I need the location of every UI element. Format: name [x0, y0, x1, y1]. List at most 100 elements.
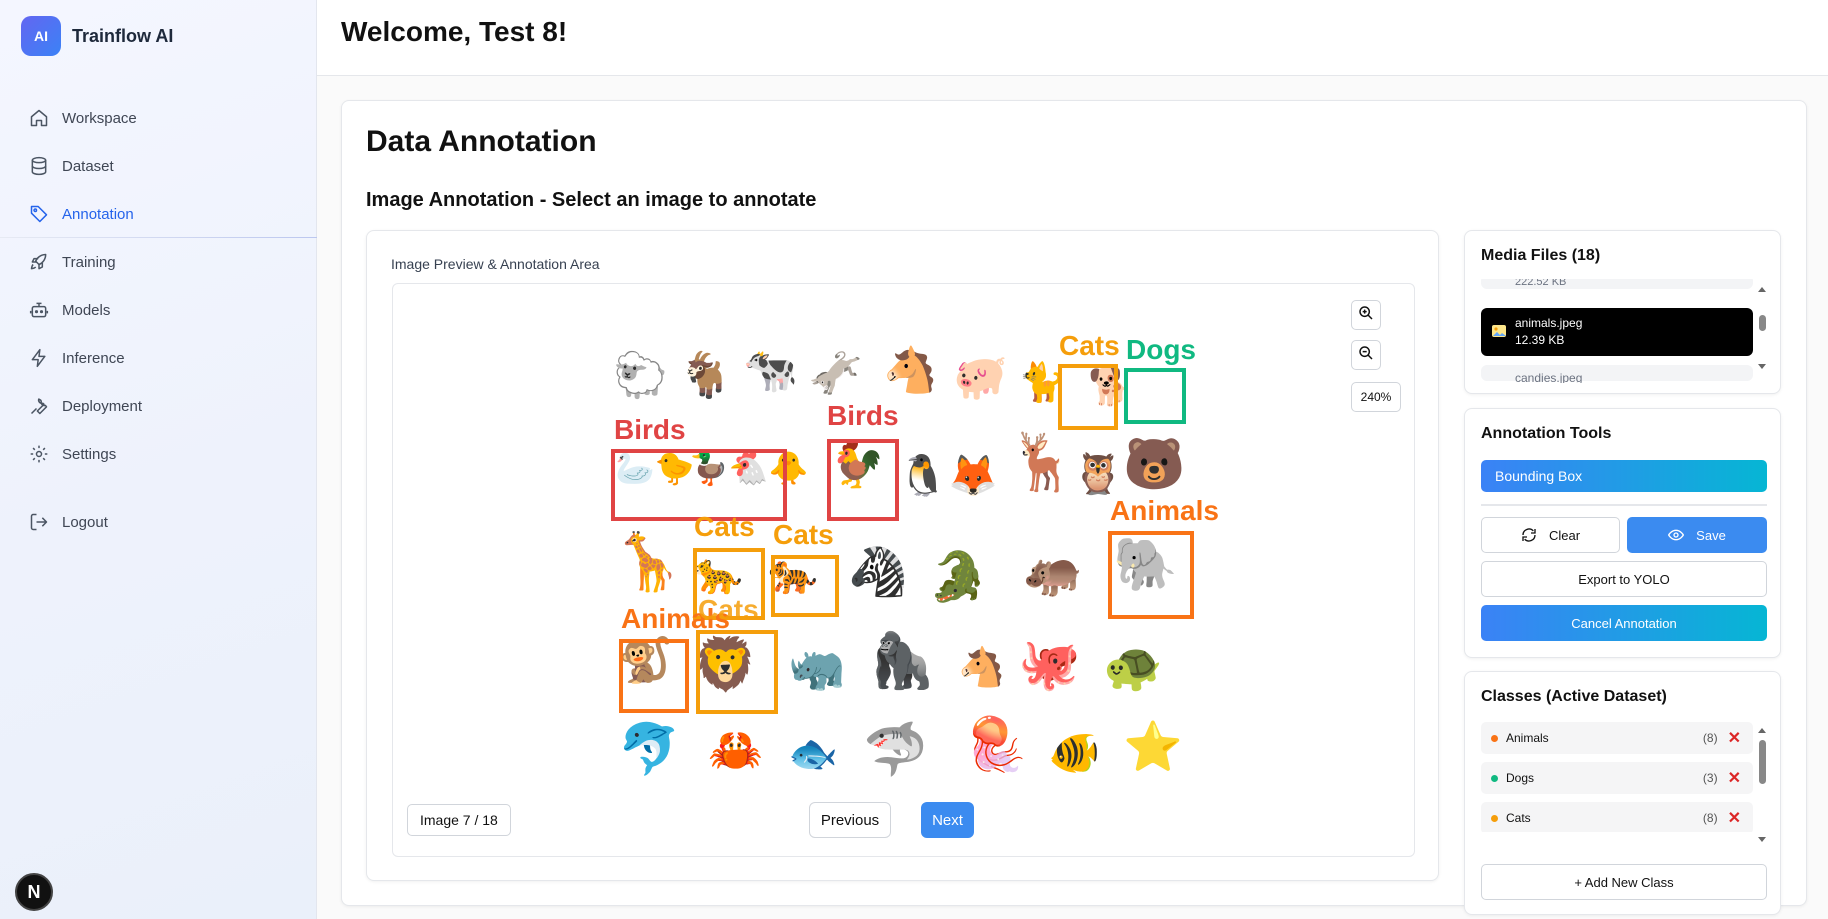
- classes-title: Classes (Active Dataset): [1481, 688, 1667, 705]
- starfish-image: ⭐: [1123, 721, 1183, 774]
- sidebar-item-label: Annotation: [62, 205, 134, 223]
- logout-button[interactable]: Logout: [0, 498, 317, 546]
- sidebar-item-inference[interactable]: Inference: [0, 334, 317, 382]
- sidebar-nav: Workspace Dataset Annotation Training Mo…: [0, 94, 317, 546]
- bbox-animals[interactable]: [619, 639, 689, 713]
- bbox-label: Cats: [694, 511, 755, 542]
- sidebar-item-training[interactable]: Training: [0, 238, 317, 286]
- hippo-image: 🦛: [1023, 546, 1083, 599]
- sidebar-item-deployment[interactable]: Deployment: [0, 382, 317, 430]
- image-file-icon: [1491, 323, 1507, 339]
- scroll-up-arrow[interactable]: [1758, 728, 1766, 733]
- tag-icon: [28, 203, 50, 225]
- next-button[interactable]: Next: [921, 802, 974, 838]
- class-item[interactable]: Animals (8) ✕: [1481, 722, 1753, 754]
- brand: AI Trainflow AI: [21, 16, 173, 56]
- sidebar-item-annotation[interactable]: Annotation: [0, 190, 317, 238]
- cow-image: 🐄: [743, 346, 798, 395]
- annotation-tools-panel: Annotation Tools Bounding Box Clear Save…: [1464, 408, 1781, 658]
- crab-image: 🦀: [708, 726, 763, 775]
- delete-class-icon[interactable]: ✕: [1728, 808, 1741, 828]
- sidebar-item-dataset[interactable]: Dataset: [0, 142, 317, 190]
- gear-icon: [28, 443, 50, 465]
- bbox-label: Cats: [1059, 330, 1120, 361]
- image-counter: Image 7 / 18: [407, 804, 511, 836]
- class-item[interactable]: Dogs (3) ✕: [1481, 762, 1753, 794]
- media-files-panel: Media Files (18) 222.52 KB animals.jpeg …: [1464, 230, 1781, 394]
- bbox-animals[interactable]: [1108, 531, 1194, 619]
- scroll-thumb[interactable]: [1759, 740, 1766, 784]
- media-file-size: 222.52 KB: [1515, 279, 1567, 288]
- owl-image: 🦉: [1073, 452, 1123, 496]
- scroll-up-arrow[interactable]: [1758, 287, 1766, 292]
- dolphin-image: 🐬: [618, 721, 681, 777]
- scroll-thumb[interactable]: [1759, 315, 1766, 331]
- rocket-icon: [28, 251, 50, 273]
- bbox-label: Cats: [698, 594, 759, 625]
- goat-image: 🐐: [678, 351, 733, 400]
- class-item[interactable]: Cats (8) ✕: [1481, 802, 1753, 832]
- giraffe-image: 🦒: [613, 530, 683, 593]
- export-yolo-button[interactable]: Export to YOLO: [1481, 561, 1767, 597]
- sidebar-item-label: Models: [62, 301, 111, 319]
- annotation-canvas[interactable]: 🐑 🐐 🐄 🫏 🐴 🐖 🐈 🐕 🦢🐤 🦆🐔🐥 🐓 🐧 🦊 🦌 🦉 🐻 🦒 🐆 🐅…: [392, 283, 1415, 857]
- scroll-down-arrow[interactable]: [1758, 364, 1766, 369]
- zoom-in-button[interactable]: [1351, 300, 1381, 330]
- wrench-icon: [28, 395, 50, 417]
- eye-icon: [1668, 527, 1685, 543]
- class-list[interactable]: Animals (8) ✕ Dogs (3) ✕ Cats (8) ✕: [1465, 722, 1782, 832]
- bbox-cats[interactable]: [1058, 364, 1118, 430]
- logout-icon: [28, 511, 50, 533]
- media-files-title: Media Files (18): [1481, 247, 1601, 264]
- logout-label: Logout: [62, 513, 108, 531]
- preview-label: Image Preview & Annotation Area: [391, 256, 600, 272]
- delete-class-icon[interactable]: ✕: [1728, 728, 1741, 748]
- sidebar-item-label: Deployment: [62, 397, 143, 415]
- dev-badge[interactable]: N: [15, 873, 53, 911]
- scroll-down-arrow[interactable]: [1758, 837, 1766, 842]
- sidebar-item-label: Inference: [62, 349, 125, 367]
- sidebar: AI Trainflow AI Workspace Dataset Annota…: [0, 0, 317, 919]
- bbox-birds[interactable]: [827, 439, 899, 521]
- media-file-item[interactable]: candies.jpeg: [1481, 365, 1753, 383]
- bbox-label: Dogs: [1126, 334, 1196, 365]
- sidebar-item-label: Training: [62, 253, 116, 271]
- sidebar-item-workspace[interactable]: Workspace: [0, 94, 317, 142]
- sidebar-item-models[interactable]: Models: [0, 286, 317, 334]
- media-file-item[interactable]: 222.52 KB: [1481, 279, 1753, 289]
- brand-name: Trainflow AI: [72, 25, 174, 46]
- fish-image: 🐟: [788, 732, 838, 776]
- add-class-button[interactable]: + Add New Class: [1481, 864, 1767, 900]
- annotation-tools-title: Annotation Tools: [1481, 425, 1612, 442]
- cancel-annotation-button[interactable]: Cancel Annotation: [1481, 605, 1767, 641]
- seahorse-image: 🐴: [958, 647, 1006, 689]
- turtle-image: 🐢: [1103, 641, 1163, 694]
- clownfish-image: 🐠: [1048, 729, 1101, 776]
- media-file-list[interactable]: 222.52 KB animals.jpeg 12.39 KB candies.…: [1465, 279, 1782, 383]
- bbox-label: Animals: [1110, 495, 1219, 526]
- pig-image: 🐖: [953, 353, 1008, 402]
- bbox-cats[interactable]: [696, 630, 778, 714]
- sidebar-item-label: Dataset: [62, 157, 114, 175]
- gorilla-image: 🦍: [868, 631, 936, 691]
- sidebar-item-label: Workspace: [62, 109, 137, 127]
- zoom-in-icon: [1358, 305, 1374, 326]
- bounding-box-tool[interactable]: Bounding Box: [1481, 460, 1767, 492]
- sidebar-item-label: Settings: [62, 445, 117, 463]
- rhino-image: 🦏: [788, 641, 846, 693]
- zoom-out-icon: [1358, 345, 1374, 366]
- bbox-dogs[interactable]: [1124, 368, 1186, 424]
- zoom-out-button[interactable]: [1351, 340, 1381, 370]
- horse-image: 🐴: [883, 346, 938, 395]
- donkey-image: 🫏: [808, 349, 863, 398]
- sidebar-item-settings[interactable]: Settings: [0, 430, 317, 478]
- delete-class-icon[interactable]: ✕: [1728, 768, 1741, 788]
- previous-button[interactable]: Previous: [809, 802, 891, 838]
- save-button[interactable]: Save: [1627, 517, 1767, 553]
- clear-label: Clear: [1548, 527, 1581, 543]
- brand-logo: AI: [21, 16, 61, 56]
- media-file-item-selected[interactable]: animals.jpeg 12.39 KB: [1481, 308, 1753, 356]
- bbox-cats[interactable]: [771, 555, 839, 617]
- media-file-size: 12.39 KB: [1515, 333, 1565, 347]
- clear-button[interactable]: Clear: [1481, 517, 1620, 553]
